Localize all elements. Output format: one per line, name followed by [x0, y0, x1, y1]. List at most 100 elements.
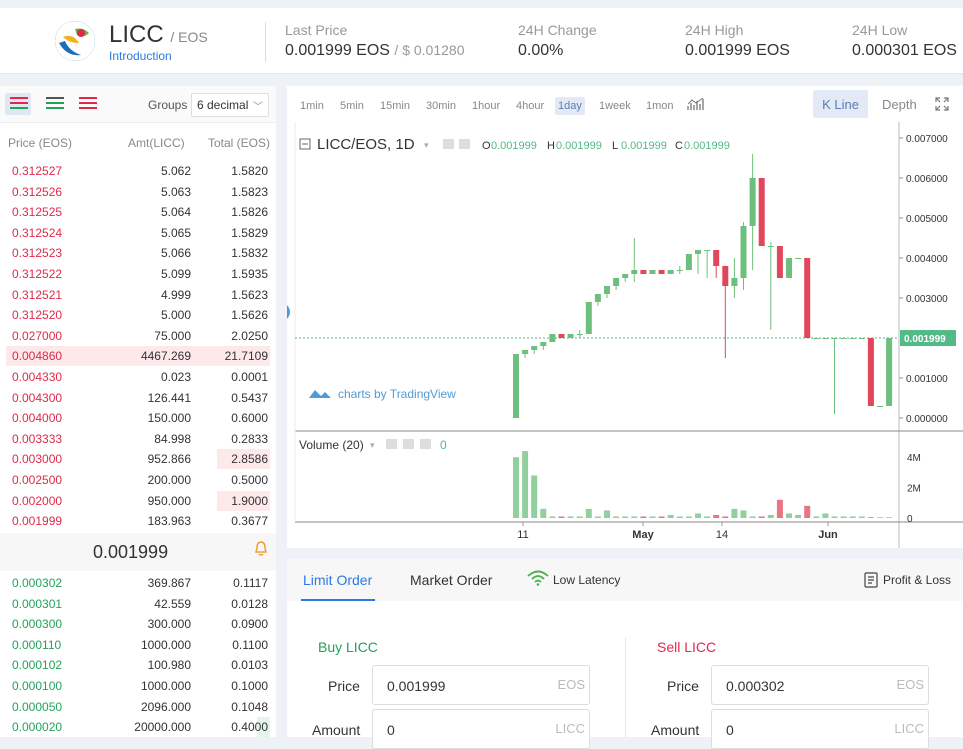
bid-row[interactable]: 0.000100 1000.000 0.1000 [0, 676, 276, 696]
profit-loss-icon[interactable] [864, 572, 878, 593]
candle-body [749, 178, 756, 226]
interval-5min[interactable]: 5min [337, 97, 367, 115]
bid-row[interactable]: 0.000301 42.559 0.0128 [0, 594, 276, 614]
ask-row[interactable]: 0.312522 5.099 1.5935 [0, 264, 276, 284]
ohlc-key-o: O [482, 140, 491, 152]
ask-price: 0.002000 [12, 493, 63, 508]
ask-row[interactable]: 0.312521 4.999 1.5623 [0, 285, 276, 305]
price-tick-label: 0.000000 [906, 414, 948, 425]
bid-amount: 100.980 [147, 658, 191, 673]
volume-bar [822, 513, 829, 518]
ask-total: 0.3677 [231, 514, 268, 529]
ask-row[interactable]: 0.027000 75.000 2.0250 [0, 326, 276, 346]
interval-1mon[interactable]: 1mon [643, 97, 677, 115]
interval-1week[interactable]: 1week [596, 97, 634, 115]
volume-bar [549, 516, 556, 518]
sell-price-label: Price [667, 678, 699, 694]
bid-total: 0.0103 [231, 658, 268, 673]
groups-select[interactable]: 6 decimal ﹀ [191, 93, 269, 117]
candle-body [867, 338, 874, 406]
bid-row[interactable]: 0.000102 100.980 0.0103 [0, 655, 276, 675]
bid-row[interactable]: 0.000302 369.867 0.1117 [0, 573, 276, 593]
candle-body [631, 270, 638, 274]
bid-price: 0.000020 [12, 720, 63, 735]
ask-total: 2.8586 [231, 452, 268, 467]
volume-settings-icon [403, 439, 414, 449]
ask-row[interactable]: 0.004300 126.441 0.5437 [0, 388, 276, 408]
ask-row[interactable]: 0.003000 952.866 2.8586 [0, 449, 276, 470]
volume-bar [740, 510, 747, 518]
bell-icon[interactable] [254, 541, 268, 557]
volume-bar [667, 514, 674, 518]
depth-button[interactable]: Depth [882, 97, 917, 112]
volume-bar [676, 516, 683, 518]
time-tick-label: 14 [716, 529, 728, 541]
volume-bar [604, 510, 610, 518]
volume-bar [722, 516, 729, 518]
interval-1min[interactable]: 1min [297, 97, 327, 115]
sell-amount-input[interactable]: 0 LICC [711, 709, 929, 749]
view-both-icon[interactable] [5, 93, 31, 115]
view-asks-icon[interactable] [74, 93, 100, 115]
bid-price: 0.000050 [12, 699, 63, 714]
candle-body [695, 250, 701, 254]
ask-row[interactable]: 0.004000 150.000 0.6000 [0, 408, 276, 428]
tab-limit-order[interactable]: Limit Order [303, 572, 372, 588]
buy-price-input[interactable]: 0.001999 EOS [372, 665, 590, 705]
interval-30min[interactable]: 30min [423, 97, 459, 115]
ask-row[interactable]: 0.003333 84.998 0.2833 [0, 429, 276, 449]
ask-row[interactable]: 0.312524 5.065 1.5829 [0, 223, 276, 243]
ask-row[interactable]: 0.001999 183.963 0.3677 [0, 511, 276, 531]
ask-total: 0.6000 [231, 411, 268, 426]
current-price-tag-label: 0.001999 [904, 334, 946, 345]
volume-bar [831, 516, 838, 518]
kline-button[interactable]: K Line [813, 90, 868, 118]
interval-1day[interactable]: 1day [555, 97, 585, 115]
profit-loss-link[interactable]: Profit & Loss [883, 573, 951, 587]
buy-amount-input[interactable]: 0 LICC [372, 709, 590, 749]
interval-1hour[interactable]: 1hour [469, 97, 503, 115]
bid-amount: 20000.000 [134, 720, 191, 735]
candle-body [877, 406, 883, 407]
volume-bar [877, 517, 883, 518]
tradingview-cloud-icon [309, 390, 331, 398]
ask-row[interactable]: 0.312525 5.064 1.5826 [0, 202, 276, 222]
ask-row[interactable]: 0.004860 4467.269 21.7109 [0, 346, 276, 367]
ask-row[interactable]: 0.002500 200.000 0.5000 [0, 470, 276, 490]
ask-row[interactable]: 0.004330 0.023 0.0001 [0, 367, 276, 387]
ask-row[interactable]: 0.312523 5.066 1.5832 [0, 243, 276, 263]
sell-price-input[interactable]: 0.000302 EOS [711, 665, 929, 705]
bid-price: 0.000110 [12, 637, 62, 652]
ask-row[interactable]: 0.312526 5.063 1.5823 [0, 182, 276, 202]
candle-body [622, 274, 629, 278]
indicators-icon[interactable] [687, 97, 705, 116]
bid-row[interactable]: 0.000050 2096.000 0.1048 [0, 697, 276, 717]
candle-body [585, 302, 592, 334]
price-chart[interactable]: 0.007000 0.006000 0.005000 0.004000 0.003000… [287, 122, 963, 548]
view-bids-icon[interactable] [41, 93, 67, 115]
ask-row[interactable]: 0.002000 950.000 1.9000 [0, 490, 276, 511]
fullscreen-icon[interactable] [935, 97, 949, 111]
ask-total: 1.5823 [231, 184, 268, 199]
candle-body [722, 266, 729, 286]
interval-4hour[interactable]: 4hour [513, 97, 547, 115]
candle-body [558, 334, 565, 338]
introduction-link[interactable]: Introduction [109, 49, 172, 63]
ask-price: 0.003333 [12, 431, 63, 446]
volume-bar [840, 516, 847, 518]
ask-price: 0.004330 [12, 370, 63, 384]
bid-row[interactable]: 0.000300 300.000 0.0900 [0, 614, 276, 634]
bid-row[interactable]: 0.000110 1000.000 0.1100 [0, 635, 276, 655]
volume-bar [522, 451, 529, 518]
bid-row[interactable]: 0.000020 20000.000 0.4000 [0, 717, 276, 738]
volume-bar [849, 516, 856, 518]
high-label: 24H High [685, 22, 744, 38]
interval-15min[interactable]: 15min [377, 97, 413, 115]
ask-row[interactable]: 0.312527 5.062 1.5820 [0, 161, 276, 181]
tab-market-order[interactable]: Market Order [410, 572, 492, 588]
ask-price: 0.312527 [12, 164, 63, 178]
ask-row[interactable]: 0.312520 5.000 1.5626 [0, 305, 276, 325]
low-label: 24H Low [852, 22, 908, 38]
ask-total: 1.5832 [231, 246, 268, 261]
candle-body [531, 346, 538, 350]
